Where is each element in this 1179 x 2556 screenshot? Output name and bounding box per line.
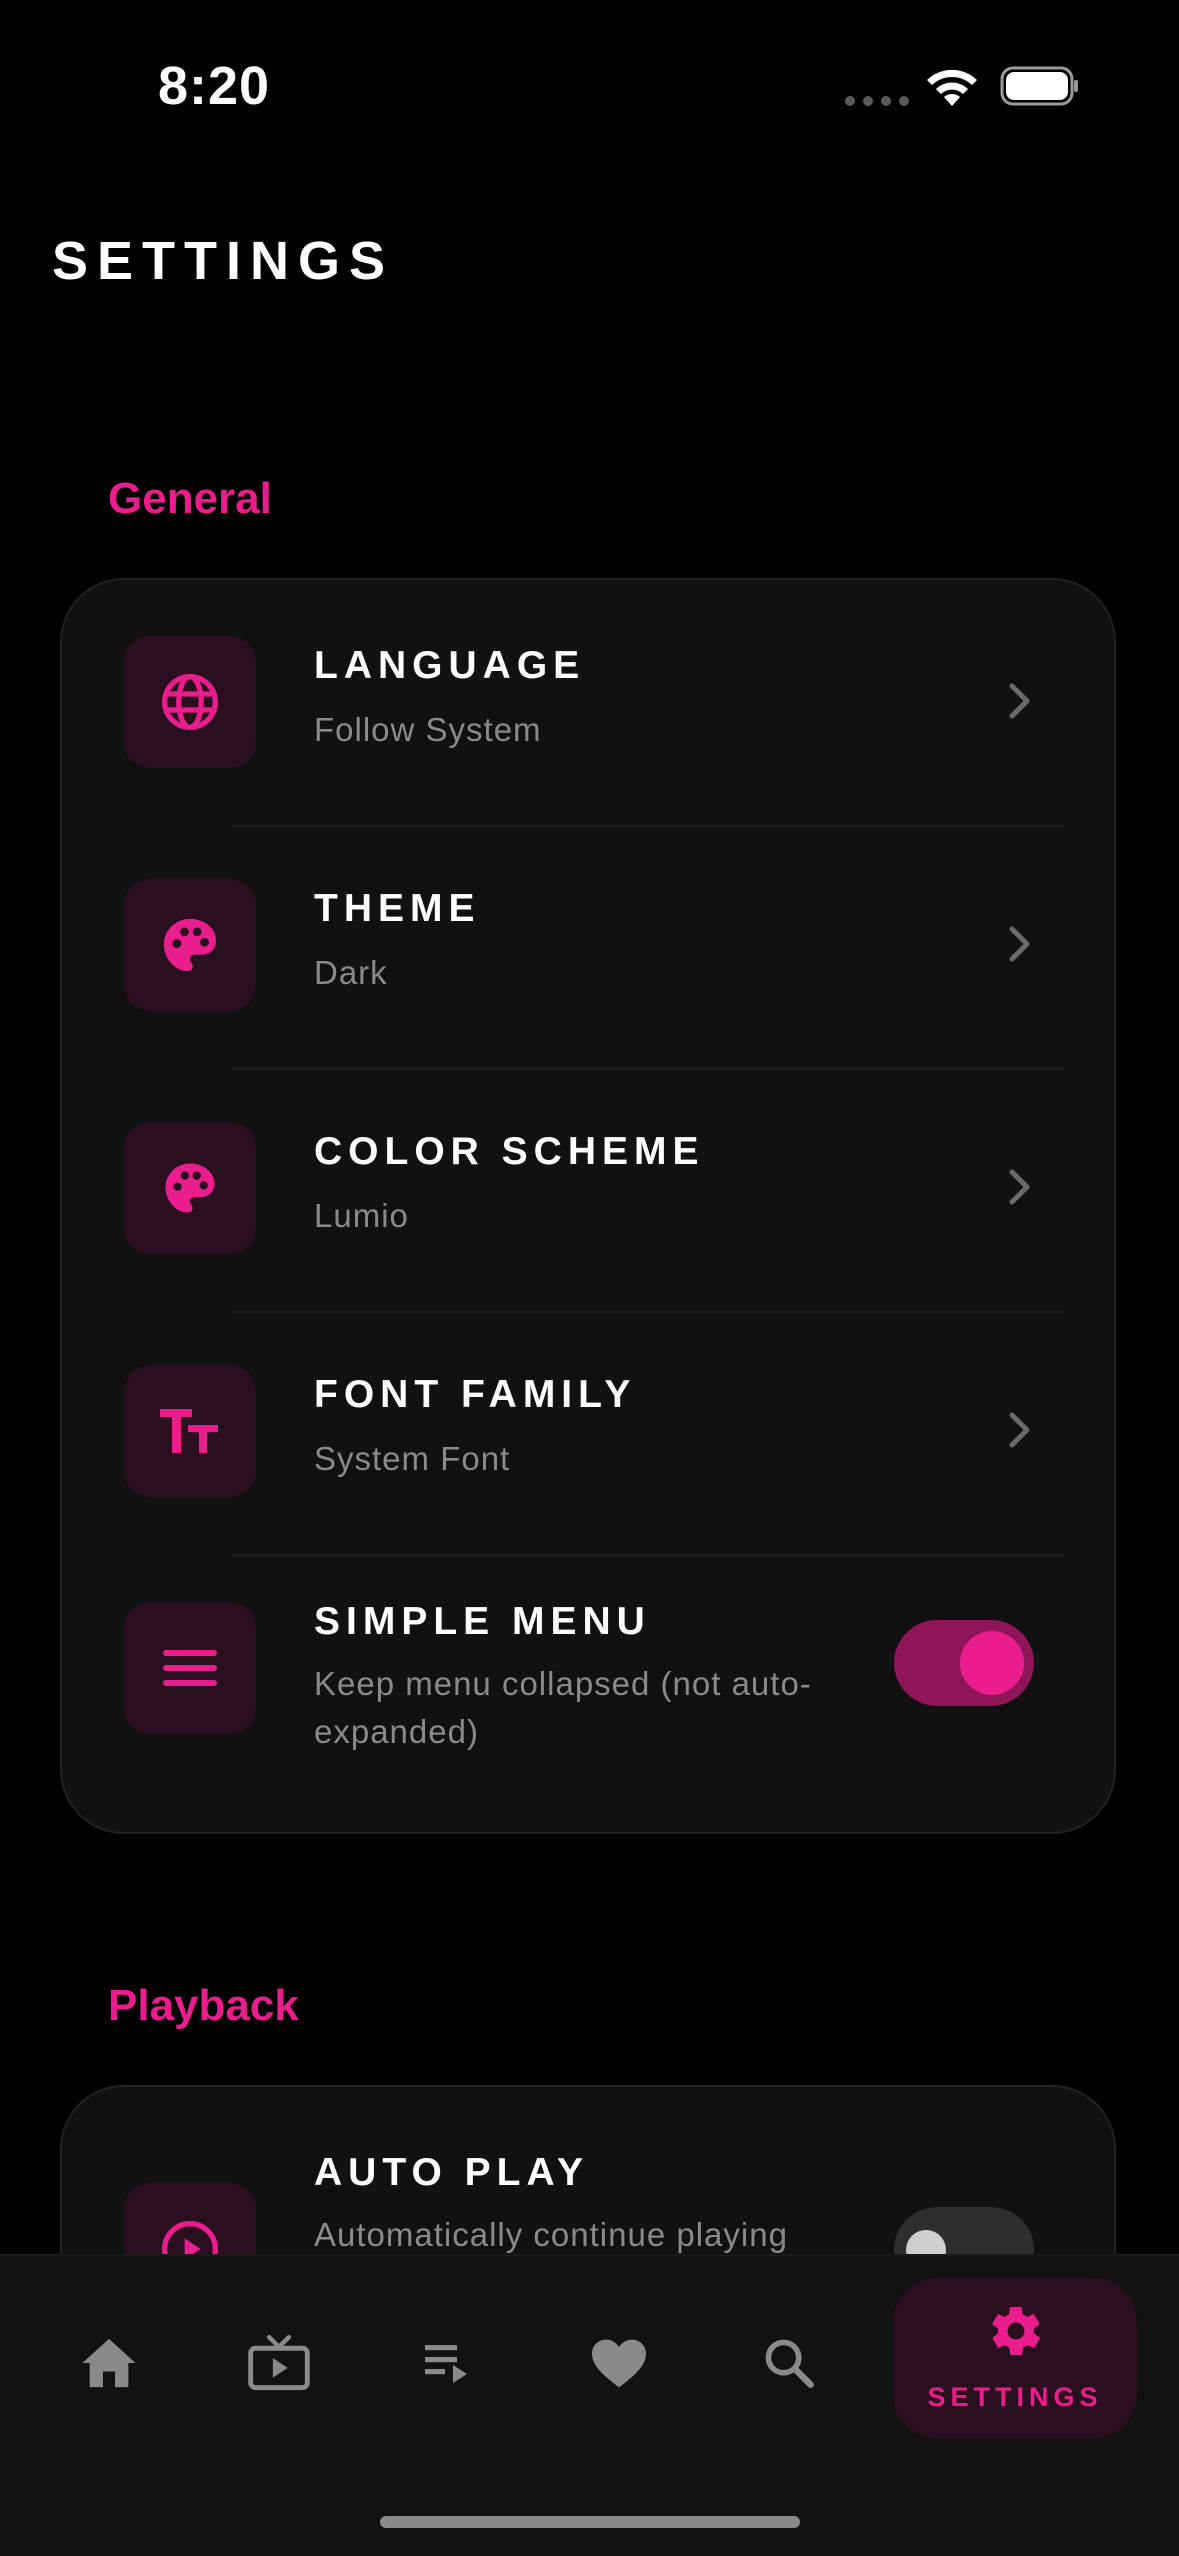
tv-icon bbox=[248, 2334, 310, 2391]
palette-icon bbox=[124, 879, 256, 1011]
playlist-icon bbox=[425, 2345, 467, 2383]
section-title-playback: Playback bbox=[108, 1981, 299, 2030]
globe-icon bbox=[124, 636, 256, 768]
setting-value: Automatically continue playing bbox=[314, 2216, 788, 2253]
setting-value: Lumio bbox=[314, 1197, 409, 1234]
menu-icon bbox=[124, 1602, 256, 1734]
tab-bar: SETTINGS bbox=[0, 2254, 1179, 2556]
section-title-general: General bbox=[108, 474, 272, 523]
home-icon bbox=[82, 2338, 136, 2388]
setting-value: System Font bbox=[314, 1440, 511, 1477]
setting-label: THEME bbox=[314, 887, 481, 930]
search-icon bbox=[765, 2339, 814, 2388]
setting-label: LANGUAGE bbox=[314, 644, 586, 687]
setting-simple-menu[interactable]: SIMPLE MENU Keep menu collapsed (not aut… bbox=[62, 1552, 1114, 1836]
chevron-right-icon bbox=[1008, 1168, 1032, 1211]
battery-icon bbox=[1000, 66, 1078, 106]
chevron-right-icon bbox=[1008, 925, 1032, 968]
status-time: 8:20 bbox=[158, 56, 271, 116]
setting-font-family[interactable]: FONT FAMILY System Font bbox=[62, 1309, 1114, 1552]
tab-settings-label: SETTINGS bbox=[927, 2382, 1103, 2412]
setting-label: FONT FAMILY bbox=[314, 1373, 637, 1416]
setting-label: AUTO PLAY bbox=[314, 2151, 590, 2194]
tab-tv[interactable] bbox=[234, 2318, 324, 2408]
palette-icon bbox=[124, 1122, 256, 1254]
tab-search[interactable] bbox=[744, 2318, 834, 2408]
setting-value: Keep menu collapsed (not auto-expanded) bbox=[314, 1665, 812, 1750]
text-size-icon bbox=[124, 1365, 256, 1497]
page-title: SETTINGS bbox=[52, 231, 395, 291]
tab-home[interactable] bbox=[64, 2318, 154, 2408]
setting-color-scheme[interactable]: COLOR SCHEME Lumio bbox=[62, 1066, 1114, 1309]
setting-value: Follow System bbox=[314, 711, 542, 748]
setting-label: COLOR SCHEME bbox=[314, 1130, 705, 1173]
general-settings-card: LANGUAGE Follow System THEME Dark COLOR … bbox=[60, 578, 1116, 1834]
setting-value: Dark bbox=[314, 954, 388, 991]
toggle-knob bbox=[960, 1631, 1024, 1695]
setting-theme[interactable]: THEME Dark bbox=[62, 823, 1114, 1066]
gear-icon bbox=[987, 2302, 1045, 2365]
tab-favorites[interactable] bbox=[574, 2318, 664, 2408]
chevron-right-icon bbox=[1008, 682, 1032, 725]
wifi-icon bbox=[924, 66, 980, 113]
setting-label: SIMPLE MENU bbox=[314, 1600, 651, 1643]
tab-settings[interactable]: SETTINGS bbox=[893, 2278, 1137, 2438]
tab-playlist[interactable] bbox=[404, 2318, 494, 2408]
simple-menu-toggle[interactable] bbox=[894, 1620, 1034, 1706]
heart-icon bbox=[592, 2339, 646, 2388]
setting-language[interactable]: LANGUAGE Follow System bbox=[62, 580, 1114, 823]
cellular-signal-icon bbox=[845, 96, 909, 106]
chevron-right-icon bbox=[1008, 1411, 1032, 1454]
home-indicator bbox=[380, 2516, 800, 2528]
